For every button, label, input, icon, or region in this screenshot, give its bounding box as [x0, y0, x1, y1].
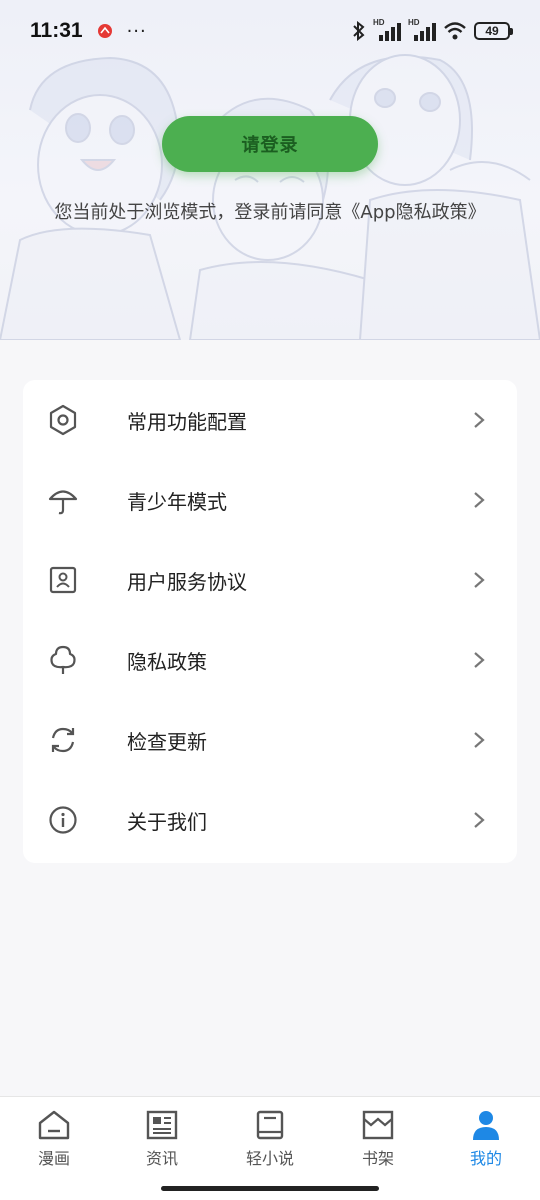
menu-item-privacy-policy[interactable]: 隐私政策 — [23, 620, 517, 700]
signal-1: HD — [373, 18, 401, 42]
signal-bars-icon — [414, 23, 436, 41]
bluetooth-icon — [353, 21, 365, 41]
nav-label: 漫画 — [37, 1149, 70, 1168]
refresh-icon — [47, 724, 79, 756]
signal-bars-icon — [379, 23, 401, 41]
nav-tab-bookshelf[interactable]: 书架 — [324, 1109, 432, 1169]
settings-menu: 常用功能配置 青少年模式 用户服务协议 隐私政策 检查更新 关于我们 — [23, 380, 517, 863]
browse-mode-notice[interactable]: 您当前处于浏览模式，登录前请同意《App隐私政策》 — [0, 198, 540, 224]
chevron-right-icon — [474, 412, 485, 428]
info-icon — [47, 804, 79, 836]
nav-tab-comics[interactable]: 漫画 — [0, 1109, 108, 1169]
book-icon — [256, 1110, 284, 1140]
chevron-right-icon — [474, 492, 485, 508]
menu-item-teen-mode[interactable]: 青少年模式 — [23, 460, 517, 540]
menu-item-label: 隐私政策 — [127, 649, 207, 674]
bottom-navigation: 漫画 资讯 轻小说 书架 我的 — [0, 1096, 540, 1200]
nav-label: 我的 — [469, 1149, 502, 1168]
chevron-right-icon — [474, 572, 485, 588]
status-time: 11:31 — [30, 19, 83, 42]
nav-tab-news[interactable]: 资讯 — [108, 1109, 216, 1169]
nav-label: 轻小说 — [245, 1149, 294, 1168]
chevron-right-icon — [474, 732, 485, 748]
home-icon — [38, 1110, 70, 1140]
home-indicator[interactable] — [161, 1186, 379, 1191]
menu-item-label: 青少年模式 — [127, 489, 227, 514]
battery-icon: 49 — [474, 22, 513, 40]
menu-item-user-agreement[interactable]: 用户服务协议 — [23, 540, 517, 620]
nav-tab-light-novel[interactable]: 轻小说 — [216, 1109, 324, 1169]
wifi-icon — [444, 22, 466, 40]
person-icon — [473, 1111, 499, 1140]
chevron-right-icon — [474, 652, 485, 668]
anime-illustration — [0, 54, 540, 340]
chevron-right-icon — [474, 812, 485, 828]
nav-label: 书架 — [361, 1149, 394, 1168]
tree-icon — [47, 644, 79, 676]
signal-2: HD — [408, 18, 436, 42]
app-notification-icon — [97, 24, 112, 38]
menu-item-label: 用户服务协议 — [127, 569, 247, 594]
login-button[interactable]: 请登录 — [162, 116, 378, 172]
news-icon — [146, 1110, 178, 1140]
nav-tab-mine[interactable]: 我的 — [432, 1109, 540, 1169]
menu-item-label: 检查更新 — [127, 729, 207, 754]
menu-item-label: 关于我们 — [127, 809, 207, 834]
id-card-icon — [47, 564, 79, 596]
menu-item-feature-config[interactable]: 常用功能配置 — [23, 380, 517, 460]
menu-item-about-us[interactable]: 关于我们 — [23, 780, 517, 860]
status-bar: 11:31 ··· HD HD 49 — [0, 0, 540, 62]
more-notifications-icon: ··· — [126, 20, 147, 42]
umbrella-icon — [47, 484, 79, 516]
bookshelf-icon — [362, 1110, 394, 1140]
menu-item-check-update[interactable]: 检查更新 — [23, 700, 517, 780]
nav-label: 资讯 — [145, 1149, 178, 1168]
menu-item-label: 常用功能配置 — [127, 409, 247, 434]
hexagon-settings-icon — [47, 404, 79, 436]
